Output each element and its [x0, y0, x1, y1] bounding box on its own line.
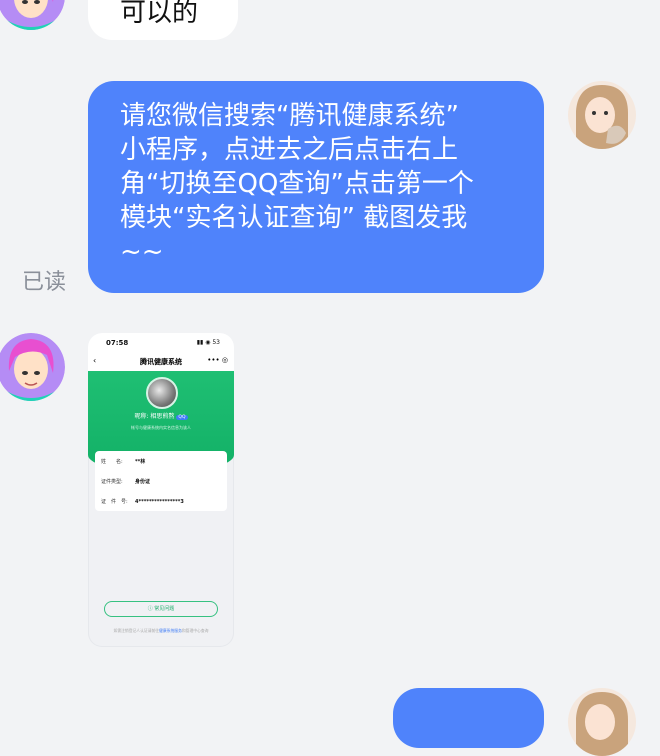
message-line: 模块“实名认证查询” 截图发我 [120, 203, 468, 233]
battery-level: 53 [212, 339, 220, 346]
anime-girl-avatar-icon [0, 0, 65, 30]
avatar-contact-top[interactable] [0, 0, 65, 30]
read-status: 已读 [22, 270, 67, 295]
nickname: 昵称: 相思煎熬 QQ [88, 411, 234, 420]
foot-a: 如需注销登记人认证请前往 [113, 628, 160, 633]
row-value: 4****************3 [135, 499, 184, 505]
message-line: 角“切换至QQ查询”点击第一个 [120, 169, 474, 199]
user-photo-avatar-icon [568, 688, 636, 756]
qq-tag: QQ [176, 415, 188, 420]
message-text: 可以的 [120, 0, 199, 28]
row-key: 姓 名: [101, 459, 123, 465]
message-bubble-incoming[interactable]: 可以的 [88, 0, 238, 40]
row-id-number: 证 件 号: 4****************3 [101, 498, 184, 505]
avatar-self-bottom[interactable] [568, 688, 636, 756]
row-name: 姓 名: **林 [101, 458, 145, 465]
message-bubble-outgoing-partial[interactable] [393, 688, 544, 748]
more-icon: ••• ◎ [207, 356, 228, 364]
status-bar: 07:58 ▮▮ ◉ 53 [88, 333, 234, 353]
anime-girl-avatar-icon [0, 333, 65, 401]
message-bubble-outgoing[interactable]: 请您微信搜索“腾讯健康系统” 小程序，点进去之后点击右上 角“切换至QQ查询”点… [88, 81, 544, 293]
user-photo-avatar-icon [568, 81, 636, 149]
image-message-screenshot[interactable]: 07:58 ▮▮ ◉ 53 ‹ 腾讯健康系统 ••• ◎ 昵称: 相思煎熬 QQ … [88, 333, 234, 647]
message-line: ~~ [120, 237, 164, 267]
row-value: **林 [135, 459, 146, 465]
hint-text: 帐号与健康系统内实名信息为该人 [131, 425, 191, 430]
nickname-text: 昵称: 相思煎熬 [134, 413, 175, 420]
row-id-type: 证件类型: 身份证 [101, 478, 150, 485]
row-value: 身份证 [135, 479, 151, 485]
avatar-contact[interactable] [0, 333, 65, 401]
foot-b: 和管理中心查询 [181, 628, 209, 633]
profile-photo [146, 377, 178, 409]
mini-nav-bar: ‹ 腾讯健康系统 ••• ◎ [88, 353, 234, 371]
row-key: 证 件 号: [101, 499, 128, 505]
identity-card: 姓 名: **林 证件类型: 身份证 证 件 号: 4****************… [95, 451, 227, 511]
message-line: 小程序，点进去之后点击右上 [120, 135, 459, 165]
faq-label: 常见问题 [154, 606, 175, 612]
message-line: 请您微信搜索“腾讯健康系统” [120, 101, 459, 131]
row-key: 证件类型: [101, 479, 123, 485]
status-icons: ▮▮ ◉ 53 [196, 339, 220, 346]
avatar-self[interactable] [568, 81, 636, 149]
footer-note: 如需注销登记人认证请前往健康系统服务和管理中心查询 [88, 628, 234, 634]
foot-link: 健康系统服务 [159, 628, 182, 633]
status-time: 07:58 [106, 339, 129, 347]
faq-button: ⓘ 常见问题 [104, 601, 218, 617]
